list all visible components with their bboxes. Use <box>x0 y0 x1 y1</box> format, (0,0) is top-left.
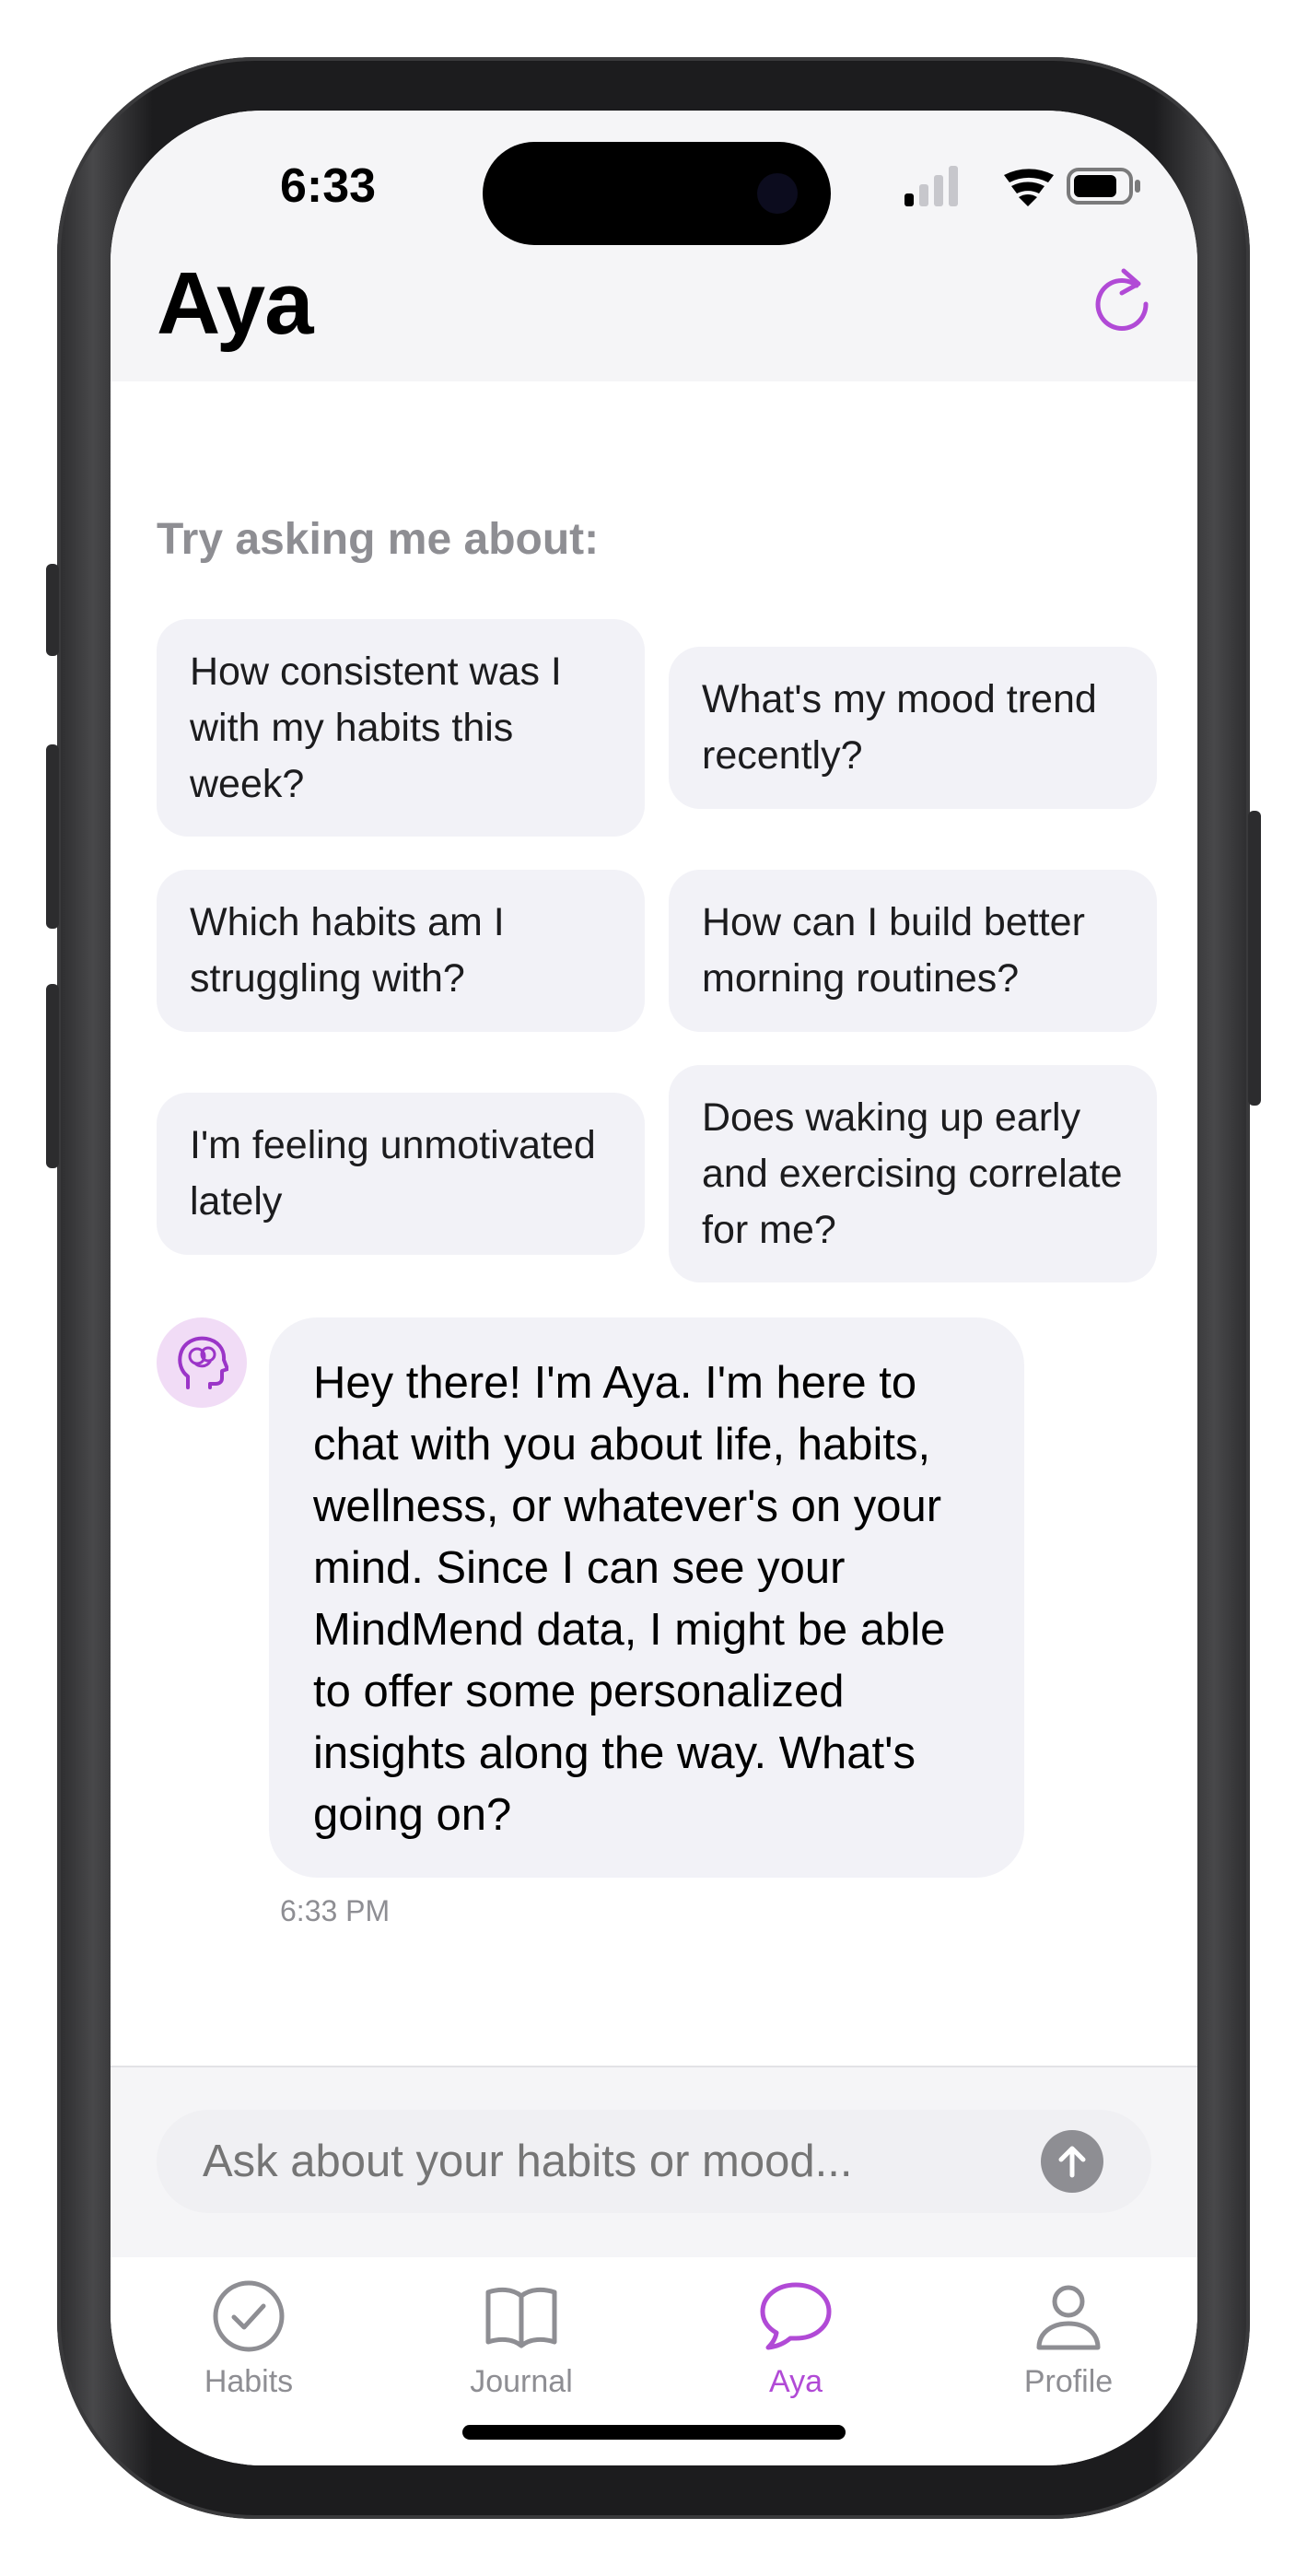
suggestion-chip[interactable]: How can I build better morning routines? <box>669 870 1157 1032</box>
power-button <box>1248 811 1261 1106</box>
tab-label: Profile <box>1023 2364 1114 2399</box>
message-timestamp: 6:33 PM <box>280 1894 391 1927</box>
cellular-signal-icon <box>904 166 958 206</box>
suggestion-chip[interactable]: Does waking up early and exercising corr… <box>669 1065 1157 1282</box>
message-input-field[interactable] <box>157 2110 1151 2213</box>
tab-label: Habits <box>204 2364 294 2399</box>
suggestion-chip[interactable]: What's my mood trend recently? <box>669 647 1157 809</box>
arrow-up-icon <box>1058 2146 1086 2178</box>
tab-label: Aya <box>769 2364 823 2399</box>
chat-bubble-icon <box>760 2282 832 2350</box>
header: 6:33 Aya <box>111 111 1197 381</box>
home-indicator <box>462 2425 846 2440</box>
suggestion-chip[interactable]: I'm feeling unmotivated lately <box>157 1093 645 1255</box>
page-title: Aya <box>157 254 314 353</box>
tab-label: Journal <box>470 2364 573 2399</box>
message-input[interactable] <box>203 2136 1013 2187</box>
suggestion-chip[interactable]: Which habits am I struggling with? <box>157 870 645 1032</box>
status-icons <box>904 166 1140 206</box>
assistant-avatar <box>157 1317 247 1408</box>
input-area <box>111 2066 1197 2259</box>
checkmark-circle-icon <box>213 2280 285 2352</box>
brain-head-icon <box>178 1336 228 1389</box>
wifi-icon <box>1004 169 1054 206</box>
tab-aya[interactable]: Aya <box>704 2277 888 2406</box>
tab-journal[interactable]: Journal <box>429 2277 613 2406</box>
volume-up-button <box>46 744 59 929</box>
status-time: 6:33 <box>279 159 377 213</box>
tab-habits[interactable]: Habits <box>157 2277 341 2406</box>
suggestions-heading: Try asking me about: <box>157 515 600 564</box>
phone-screen: 6:33 Aya Try asking me about: How consis… <box>111 111 1197 2465</box>
volume-down-button <box>46 984 59 1168</box>
send-button[interactable] <box>1041 2130 1103 2193</box>
action-button <box>46 564 59 656</box>
assistant-message-bubble: Hey there! I'm Aya. I'm here to chat wit… <box>269 1317 1024 1878</box>
battery-icon <box>1067 168 1140 205</box>
camera-icon <box>757 173 798 214</box>
suggestion-chip[interactable]: How consistent was I with my habits this… <box>157 619 645 837</box>
dynamic-island <box>483 142 831 245</box>
refresh-icon[interactable] <box>1091 265 1153 332</box>
person-icon <box>1036 2285 1101 2350</box>
tab-profile[interactable]: Profile <box>976 2277 1161 2406</box>
book-icon <box>485 2287 557 2348</box>
